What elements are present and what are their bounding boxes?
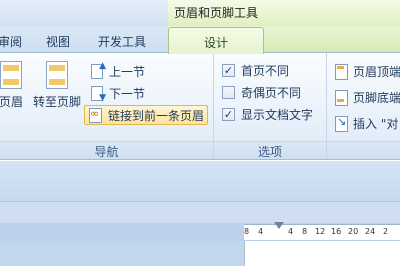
tab-developer[interactable]: 开发工具 (98, 33, 146, 50)
header-page-icon (0, 61, 22, 89)
goto-footer-label: 转至页脚 (32, 95, 81, 109)
toolbar-strip (0, 201, 400, 223)
footer-from-bottom-label: 页脚底端 (353, 90, 400, 105)
checkbox-box: ✓ (222, 108, 235, 121)
insert-alignment-tab-label: 插入 "对 (353, 116, 399, 131)
header-from-top-label: 页眉顶端 (353, 64, 400, 79)
previous-section-icon (89, 61, 106, 79)
show-document-text-label: 显示文档文字 (241, 108, 314, 122)
ruler-tick: 20 (348, 227, 359, 236)
next-section-button[interactable]: 下一节 (86, 83, 148, 103)
ruler-tick: 2 (383, 227, 389, 236)
footer-position-icon (333, 89, 349, 106)
ruler-tick: 24 (365, 227, 376, 236)
link-to-previous-button[interactable]: 链接到前一条页眉 (84, 105, 208, 125)
ruler-tick: 8 (302, 227, 308, 236)
next-section-icon (89, 85, 106, 103)
ruler-tick: 4 (258, 227, 264, 236)
different-first-page-checkbox[interactable]: ✓ 首页不同 (222, 62, 289, 79)
link-icon (88, 107, 104, 123)
checkbox-box: ✓ (222, 64, 235, 77)
footer-page-icon (46, 61, 68, 89)
goto-footer-button[interactable]: 转至页脚 (32, 61, 82, 110)
options-group-caption: 选项 (214, 141, 326, 159)
tab-design[interactable]: 设计 (168, 27, 264, 54)
link-to-previous-label: 链接到前一条页眉 (107, 108, 204, 123)
position-group-caption (327, 141, 400, 159)
goto-header-label: 页眉 (0, 95, 23, 109)
show-document-text-checkbox[interactable]: ✓ 显示文档文字 (222, 106, 313, 123)
navigation-group-caption: 导航 (0, 141, 213, 159)
ruler-tick: 4 (288, 227, 294, 236)
ruler-tick: 12 (315, 227, 326, 236)
goto-header-button[interactable]: 页眉 (0, 61, 30, 110)
ribbon: 页眉 转至页脚 上一节 下一节 链接到前一条页眉 导航 ✓ 首页不同 奇偶页不同… (0, 53, 400, 160)
header-position-icon (333, 63, 349, 80)
checkbox-box (222, 86, 235, 99)
different-odd-even-checkbox[interactable]: 奇偶页不同 (222, 84, 301, 101)
footer-from-bottom-button[interactable]: 页脚底端 (330, 87, 400, 107)
tab-view[interactable]: 视图 (46, 33, 70, 50)
previous-section-label: 上一节 (109, 64, 146, 79)
next-section-label: 下一节 (109, 86, 146, 101)
previous-section-button[interactable]: 上一节 (86, 61, 148, 81)
ribbon-footer-strip (0, 161, 400, 201)
ruler-tick: 16 (331, 227, 342, 236)
indent-marker-icon[interactable] (274, 222, 284, 232)
insert-alignment-tab-button[interactable]: 插入 "对 (330, 113, 400, 133)
different-odd-even-label: 奇偶页不同 (241, 86, 302, 100)
document-page[interactable] (244, 241, 400, 266)
context-tab-group-title: 页眉和页脚工具 (173, 6, 258, 20)
different-first-page-label: 首页不同 (241, 64, 290, 78)
ruler-tick: 8 (244, 227, 250, 236)
horizontal-ruler[interactable]: 8 4 4 8 12 16 20 24 2 (244, 224, 400, 240)
insert-tab-icon (333, 115, 349, 132)
tab-review[interactable]: 审阅 (0, 33, 22, 50)
header-from-top-button[interactable]: 页眉顶端 (330, 61, 400, 81)
